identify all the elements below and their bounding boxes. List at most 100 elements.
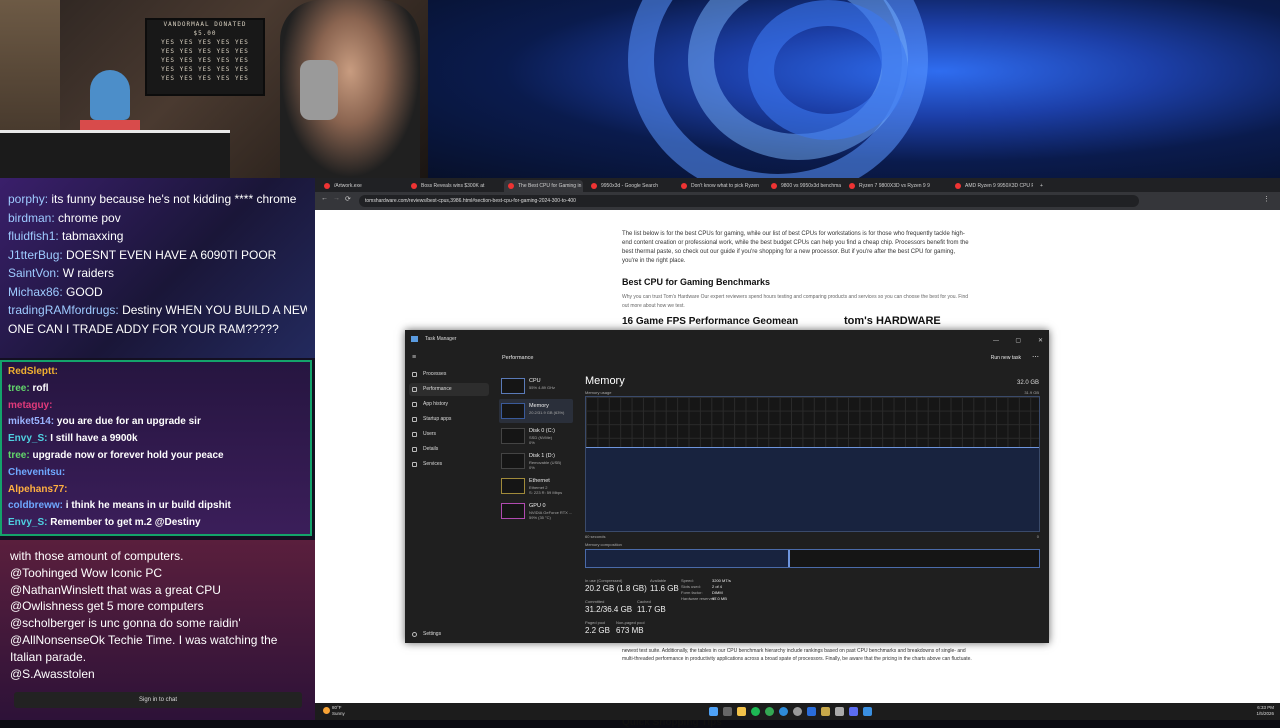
app-icon[interactable]: [807, 707, 816, 716]
sign-in-button[interactable]: Sign in to chat: [14, 692, 302, 708]
edge-icon[interactable]: [779, 707, 788, 716]
clock[interactable]: 6:33 PM 1/5/2026: [1256, 705, 1274, 717]
chat-username[interactable]: @AllNonsenseOk: [10, 633, 105, 647]
chat-username[interactable]: SaintVon:: [8, 266, 59, 280]
memory-usage-label: Memory usage: [585, 390, 612, 395]
resource-item[interactable]: Memory 20.2/31.9 GB (63%): [499, 399, 573, 423]
section-title: Performance: [502, 355, 534, 361]
url-field[interactable]: tomshardware.com/reviews/best-cpus,3986.…: [359, 195, 1139, 207]
nav-item[interactable]: Performance: [409, 383, 489, 396]
chat-username[interactable]: J1tterBug:: [8, 248, 63, 262]
chat-username[interactable]: Envy_S:: [8, 517, 47, 528]
forward-icon[interactable]: →: [333, 195, 340, 202]
spotify-icon[interactable]: [751, 707, 760, 716]
chat-username[interactable]: miket514:: [8, 416, 54, 427]
chat-username[interactable]: tradingRAMfordrugs:: [8, 303, 119, 317]
nav-item[interactable]: Services: [409, 458, 489, 471]
chat-username[interactable]: Alpehans77:: [8, 484, 67, 495]
browser-tab[interactable]: The Best CPU for Gaming in 20: [504, 180, 583, 192]
chat-message: Michax86: GOOD: [8, 283, 307, 302]
chat-username[interactable]: fluidfish1:: [8, 229, 59, 243]
task-manager-taskbar-icon[interactable]: [863, 707, 872, 716]
close-icon[interactable]: ✕: [1038, 332, 1043, 350]
nav-icon: [412, 462, 417, 467]
chat-text: get 5 more computers: [86, 599, 204, 614]
chat-username[interactable]: @Owlishness: [10, 599, 84, 613]
chat-username[interactable]: @scholberger: [10, 616, 85, 630]
resource-detail: NVIDIA GeForce RTX ... 59% (35 °C): [529, 510, 573, 520]
discord-icon[interactable]: [849, 707, 858, 716]
minimize-icon[interactable]: —: [993, 332, 999, 350]
graph-x-label: 60 seconds: [585, 534, 606, 539]
resource-detail: Ethernet 2 S: 223 R: 59 Mbps: [529, 485, 563, 495]
board-line: VANDORMAAL DONATED: [163, 21, 247, 28]
chrome-icon[interactable]: [765, 707, 774, 716]
chat-username[interactable]: tree:: [8, 450, 30, 461]
file-explorer-icon[interactable]: [737, 707, 746, 716]
settings-nav-item[interactable]: Settings: [409, 628, 489, 641]
more-options-icon[interactable]: ⋯: [1032, 350, 1039, 366]
chat-text: its funny because he's not kidding **** …: [51, 192, 297, 206]
tab-label: Don't know what to pick Ryzen: [691, 183, 759, 189]
browser-tab[interactable]: AMD Ryzen 9 9950X3D CPU Re: [951, 180, 1033, 192]
resource-item[interactable]: Disk 1 (D:) Removable (USB) 0%: [499, 449, 573, 473]
resource-item[interactable]: Disk 0 (C:) SSD (NVMe) 0%: [499, 424, 573, 448]
browser-tab[interactable]: Don't know what to pick Ryzen: [677, 180, 763, 192]
chat-text: that was a great CPU: [106, 582, 221, 597]
resource-item[interactable]: CPU 55% 4.89 GHz: [499, 374, 573, 398]
back-icon[interactable]: ←: [321, 195, 328, 202]
chat-username[interactable]: birdman:: [8, 211, 55, 225]
chat-username[interactable]: tree:: [8, 383, 30, 394]
chat-username[interactable]: @NathanWinslett: [10, 583, 104, 597]
maximize-icon[interactable]: ▢: [1015, 332, 1021, 350]
chat-text: rofl: [32, 382, 49, 394]
stat-available: Available 11.6 GB: [650, 578, 679, 593]
settings-icon[interactable]: [835, 707, 844, 716]
nav-item[interactable]: Processes: [409, 368, 489, 381]
new-tab-icon[interactable]: +: [1037, 180, 1051, 192]
address-bar-row: ← → ⟳ tomshardware.com/reviews/best-cpus…: [315, 192, 1280, 210]
browser-tab[interactable]: Boss Reveals wins $300K at: [407, 180, 500, 192]
browser-tab[interactable]: /Artwork.exe: [320, 180, 403, 192]
resource-thumbnail: [501, 453, 525, 469]
hamburger-icon[interactable]: ≡: [412, 354, 416, 361]
run-new-task-button[interactable]: Run new task: [991, 350, 1021, 366]
reload-icon[interactable]: ⟳: [345, 195, 351, 203]
chat-username[interactable]: @S.Awasstolen: [10, 667, 95, 681]
nav-item[interactable]: Details: [409, 443, 489, 456]
resource-item[interactable]: GPU 0 NVIDIA GeForce RTX ... 59% (35 °C): [499, 499, 573, 523]
chat-message: SaintVon: W raiders: [8, 264, 307, 283]
chat-username[interactable]: coldbreww:: [8, 500, 63, 511]
favicon-icon: [508, 183, 514, 189]
browser-tab[interactable]: Ryzen 7 9800X3D vs Ryzen 9 9: [845, 180, 947, 192]
tab-label: 9800 vs 9950x3d benchmarks: [781, 183, 841, 189]
menu-icon[interactable]: ⋮: [1263, 195, 1270, 203]
nav-item[interactable]: App history: [409, 398, 489, 411]
start-icon[interactable]: [709, 707, 718, 716]
stat-nonpaged-pool: Non-paged pool 673 MB: [616, 620, 645, 635]
chat-username[interactable]: porphy:: [8, 192, 48, 206]
nav-icon: [412, 402, 417, 407]
app-icon[interactable]: [821, 707, 830, 716]
stat-paged-pool: Paged pool 2.2 GB: [585, 620, 610, 635]
chat-username[interactable]: Envy_S:: [8, 433, 47, 444]
search-icon[interactable]: [723, 707, 732, 716]
task-manager-icon: [411, 336, 418, 342]
resource-detail: Removable (USB) 0%: [529, 460, 562, 470]
chat-username[interactable]: metaguy:: [8, 400, 52, 411]
board-line: YES YES YES YES YES: [161, 39, 249, 46]
chat-username[interactable]: @Toohinged: [10, 566, 78, 580]
chat-username[interactable]: Michax86:: [8, 285, 63, 299]
chat-username[interactable]: Chevenitsu:: [8, 467, 65, 478]
nav-item[interactable]: Users: [409, 428, 489, 441]
weather-widget[interactable]: 80°F Sunny: [323, 705, 345, 717]
browser-tab[interactable]: 9950x3d - Google Search: [587, 180, 673, 192]
obs-icon[interactable]: [793, 707, 802, 716]
browser-tab[interactable]: 9800 vs 9950x3d benchmarks: [767, 180, 841, 192]
chat-text: W raiders: [62, 266, 115, 280]
clock-date: 1/5/2026: [1256, 711, 1274, 716]
chat-message: Envy_S: Remember to get m.2 @Destiny: [8, 515, 304, 532]
resource-item[interactable]: Ethernet Ethernet 2 S: 223 R: 59 Mbps: [499, 474, 573, 498]
chat-username[interactable]: RedSleptt:: [8, 366, 58, 377]
nav-item[interactable]: Startup apps: [409, 413, 489, 426]
